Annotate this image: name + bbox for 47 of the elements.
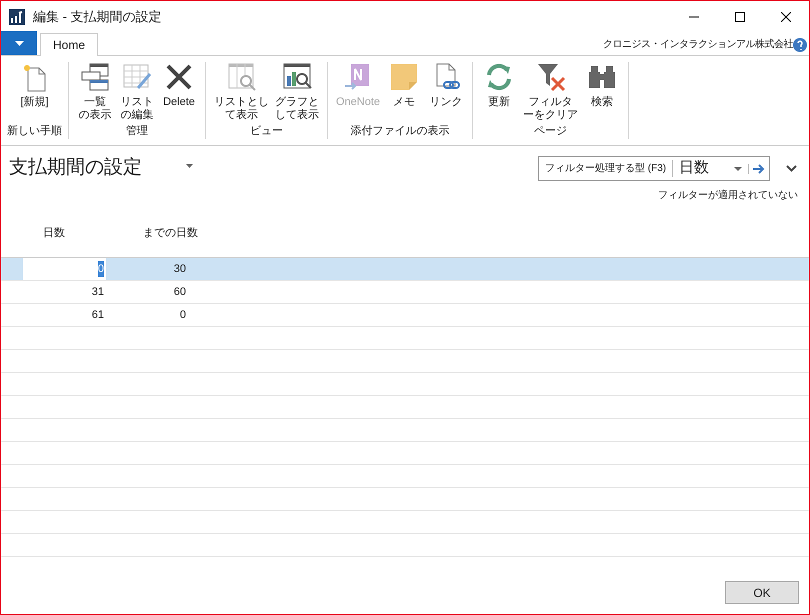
table-cell-text: 0 [178, 308, 186, 323]
column-header[interactable]: までの日数 [143, 225, 198, 242]
clear-filter-icon [536, 62, 566, 92]
ribbon-group-label: 管理 [126, 124, 148, 139]
filter-status: フィルターが適用されていない [658, 188, 798, 203]
ribbon-button[interactable]: リストとし て表示 [212, 62, 271, 123]
ribbon-group-label: ページ [534, 124, 568, 139]
company-name: クロニジス・インタラクションアル株式会社 [603, 38, 793, 52]
table-cell[interactable]: 0 [23, 258, 106, 280]
ribbon-button[interactable]: メモ [384, 62, 424, 123]
sticky-note-icon [389, 62, 420, 92]
close-icon [781, 12, 791, 22]
dropdown-arrow-icon[interactable] [734, 166, 742, 170]
ribbon-button[interactable]: フィルタ ーをクリア [521, 62, 580, 123]
caret-icon[interactable] [186, 164, 193, 168]
help-icon[interactable] [793, 38, 807, 52]
ribbon-button[interactable]: [新規] [14, 62, 54, 123]
window-title: 編集 - 支払期間の設定 [33, 8, 162, 26]
caret-icon [14, 40, 24, 46]
ribbon-button[interactable]: 一覧 の表示 [75, 62, 115, 123]
table-edit-icon [122, 62, 152, 92]
ribbon-button[interactable]: グラフと して表示 [273, 62, 321, 123]
windows-icon [80, 62, 110, 92]
filter-box[interactable]: フィルター処理する型 (F3) 日数 [538, 156, 770, 181]
app-logo-icon [9, 8, 25, 24]
ribbon-button[interactable]: リンク [426, 62, 466, 123]
table-cell-text: 30 [172, 262, 186, 277]
column-header[interactable]: 日数 [43, 225, 113, 242]
table-cell-text: 31 [90, 284, 105, 300]
ribbon-button[interactable]: 検索 [582, 62, 622, 123]
ribbon-button[interactable]: Delete [159, 62, 199, 123]
table-cell-text: 60 [172, 284, 186, 300]
table-search-icon [226, 62, 256, 92]
ribbon-group-label: 新しい手順 [7, 124, 62, 139]
ribbon-group-label: 添付ファイルの表示 [350, 124, 450, 139]
expand-chevron-icon[interactable] [786, 165, 797, 172]
maximize-icon [735, 12, 745, 22]
ribbon-button[interactable]: 更新 [479, 62, 520, 123]
page-title: 支払期間の設定 [9, 156, 142, 180]
app-menu-button[interactable] [1, 31, 37, 55]
table-row[interactable]: 0 30 [1, 258, 809, 281]
ribbon-button[interactable]: リスト の編集 [117, 62, 157, 123]
ribbon-tab[interactable]: Home [40, 33, 98, 56]
table-cell-text: 61 [90, 308, 105, 323]
delete-icon [164, 62, 194, 92]
ok-button[interactable]: OK [725, 581, 799, 604]
ribbon-group-label: ビュー [250, 124, 283, 139]
